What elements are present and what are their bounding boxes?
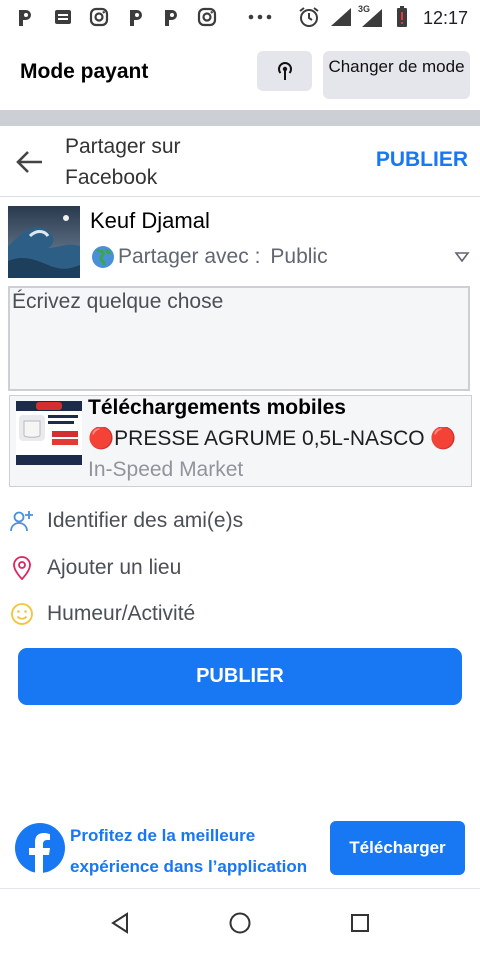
avatar <box>8 206 80 278</box>
publish-button[interactable]: PUBLIER <box>18 648 462 705</box>
messages-icon <box>52 6 74 28</box>
action-label: Ajouter un lieu <box>47 556 182 579</box>
preview-description: 🔴PRESSE AGRUME 0,5L-NASCO 🔴 <box>88 427 457 450</box>
change-mode-button[interactable]: Changer de mode <box>323 51 470 99</box>
promo-divider <box>0 888 480 889</box>
alarm-icon <box>298 6 320 28</box>
smiley-icon <box>8 600 36 628</box>
preview-site: In-Speed Market <box>88 458 244 481</box>
home-nav-icon[interactable] <box>225 908 255 938</box>
hotspot-icon <box>277 62 292 80</box>
audience-selector[interactable]: Partager avec : Public <box>90 244 328 270</box>
user-name: Keuf Djamal <box>90 208 210 233</box>
signal-icon <box>330 6 352 28</box>
audience-value: Public <box>270 245 328 268</box>
location-pin-icon <box>8 554 36 582</box>
system-nav-bar <box>0 890 480 960</box>
preview-title: Téléchargements mobiles <box>88 396 346 419</box>
publish-link[interactable]: PUBLIER <box>376 148 468 172</box>
action-label: Identifier des ami(e)s <box>47 509 244 532</box>
battery-alert-icon <box>394 6 410 28</box>
add-location-action[interactable]: Ajouter un lieu <box>8 548 468 588</box>
instagram-icon <box>196 6 218 28</box>
hotspot-button[interactable] <box>257 51 312 91</box>
share-with-label: Partager avec : <box>118 245 261 268</box>
globe-icon <box>90 244 116 270</box>
share-title: Partager sur Facebook <box>65 135 181 189</box>
recents-nav-icon[interactable] <box>345 908 375 938</box>
chevron-down-icon[interactable] <box>454 250 470 264</box>
signal-3g-icon: 3G <box>358 4 386 28</box>
more-dots-icon <box>247 6 273 28</box>
post-text-input[interactable]: Écrivez quelque chose <box>8 286 470 391</box>
preview-thumbnail <box>16 401 82 465</box>
page-title: Mode payant <box>20 60 149 83</box>
link-preview[interactable]: Téléchargements mobiles 🔴PRESSE AGRUME 0… <box>9 395 472 487</box>
download-button[interactable]: Télécharger <box>330 821 465 875</box>
back-arrow-icon[interactable] <box>14 146 46 178</box>
back-nav-icon[interactable] <box>105 908 135 938</box>
action-label: Humeur/Activité <box>47 602 196 625</box>
promo-text[interactable]: Profitez de la meilleure expérience dans… <box>70 820 320 882</box>
app-header: Mode payant Changer de mode <box>0 38 480 110</box>
instagram-icon <box>88 6 110 28</box>
facebook-logo-icon <box>15 823 65 873</box>
network-type-label: 3G <box>358 4 371 14</box>
feeling-activity-action[interactable]: Humeur/Activité <box>8 594 468 634</box>
share-toolbar: Partager sur Facebook PUBLIER <box>0 126 480 197</box>
clock: 12:17 <box>422 8 468 28</box>
p-app-icon <box>125 6 147 28</box>
tag-friends-action[interactable]: Identifier des ami(e)s <box>8 501 468 541</box>
tag-friends-icon <box>8 507 36 535</box>
status-bar: 3G 12:17 <box>0 0 480 38</box>
divider-band <box>0 110 480 126</box>
p-app-icon <box>14 6 36 28</box>
p-app-icon <box>160 6 182 28</box>
